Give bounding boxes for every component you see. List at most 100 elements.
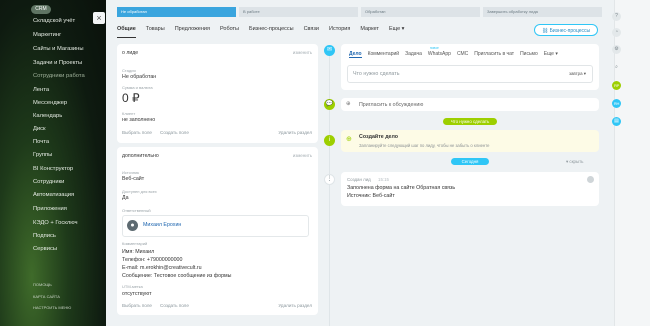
create-case-card[interactable]: ⊕ Создайте дело Запланируйте следующий ш… — [341, 130, 599, 152]
sidebar-item-kedo[interactable]: КЭДО + Госключ — [33, 220, 78, 226]
available-label: Доступен для всех — [122, 189, 157, 194]
stage-bar: Не обработан В работе Обработан Завершит… — [117, 7, 602, 17]
about-card-title: о лиде — [122, 50, 139, 56]
info-icon: i — [324, 135, 335, 146]
sidebar-item-bi[interactable]: BI Конструктор — [33, 166, 73, 172]
event-line-2: Источник: Веб-сайт — [347, 193, 395, 199]
tab-general[interactable]: Общие — [117, 26, 136, 38]
sidebar-item-automation[interactable]: Автоматизация — [33, 192, 74, 198]
tab-links[interactable]: Связи — [304, 26, 319, 38]
create-case-desc: Запланируйте следующий шаг по лиду, чтоб… — [359, 143, 490, 148]
activity-tab-case[interactable]: Дело — [349, 51, 362, 58]
create-field-link[interactable]: Создать поле — [160, 130, 189, 135]
sidebar-help-link[interactable]: ПОМОЩЬ — [33, 282, 52, 287]
deadline-select[interactable]: завтра ▾ — [569, 71, 586, 77]
activity-tab-sms[interactable]: СМС — [457, 51, 468, 58]
tab-offers[interactable]: Предложения — [175, 26, 210, 38]
comment-line-2: Телефон: +79000000000 — [122, 257, 183, 263]
crm-badge[interactable]: CRM — [31, 5, 51, 14]
invite-add-icon: ⊕ — [346, 101, 351, 107]
stage-finish[interactable]: Завершить обработку лида — [483, 7, 602, 17]
sidebar-item-stock[interactable]: Складской учёт — [33, 18, 75, 24]
create-case-title: Создайте дело — [359, 134, 399, 140]
client-value[interactable]: не заполнено — [122, 117, 155, 123]
source-value[interactable]: Веб-сайт — [122, 176, 144, 182]
tab-bizproc[interactable]: Бизнес-процессы — [249, 26, 294, 38]
bell-icon[interactable]: ◔ — [612, 28, 621, 37]
sidebar-item-calendar[interactable]: Календарь — [33, 113, 62, 119]
delete-section-link[interactable]: Удалить раздел — [278, 130, 312, 135]
sidebar-sitemap-link[interactable]: КАРТА САЙТА — [33, 294, 60, 299]
comment-line-3: E-mail: m.erokhin@creativecult.ru — [122, 265, 202, 271]
activity-tab-whatsapp[interactable]: новое WhatsApp — [428, 46, 451, 58]
amount-label: Сумма и валюта — [122, 85, 153, 90]
responsible-label: Ответственный — [122, 208, 151, 213]
activity-tab-more[interactable]: Еще ▾ — [544, 51, 558, 58]
todo-placeholder: Что нужно сделать — [353, 71, 400, 77]
sidebar-item-groups[interactable]: Группы — [33, 152, 52, 158]
source-label: Источник — [122, 170, 140, 175]
activity-tab-chat[interactable]: Пригласить в чат — [474, 51, 514, 58]
additional-card: дополнительно изменить Источник Веб-сайт… — [117, 147, 318, 315]
select-field-link[interactable]: Выбрать поле — [122, 130, 152, 135]
sidebar-item-messenger[interactable]: Мессенджер — [33, 100, 67, 106]
avatar-2[interactable]: ЯН — [612, 99, 621, 108]
additional-card-edit[interactable]: изменить — [293, 153, 312, 158]
todo-input[interactable]: Что нужно сделать завтра ▾ — [347, 65, 593, 83]
history-more-icon[interactable]: ⋮ — [324, 174, 335, 185]
tab-history[interactable]: История — [329, 26, 350, 38]
tab-robots[interactable]: Роботы — [220, 26, 239, 38]
hide-toggle[interactable]: ▾ скрыть — [566, 159, 583, 165]
create-field-link-2[interactable]: Создать поле — [160, 303, 189, 308]
timeline-line — [329, 50, 330, 326]
delete-section-link-2[interactable]: Удалить раздел — [278, 303, 312, 308]
activity-tabs: Дело Комментарий Задача новое WhatsApp СМ… — [349, 46, 558, 58]
search-icon[interactable]: ⌕ — [612, 63, 621, 72]
tab-market[interactable]: Маркет — [360, 26, 379, 38]
sidebar-item-sites[interactable]: Сайты и Магазины — [33, 46, 84, 52]
sidebar-item-disk[interactable]: Диск — [33, 126, 46, 132]
stage-new[interactable]: Не обработан — [117, 7, 236, 17]
status-label: Стадия — [122, 68, 136, 73]
event-line-1: Заполнена форма на сайте Обратная связь — [347, 185, 456, 191]
tab-products[interactable]: Товары — [146, 26, 165, 38]
left-sidebar: CRM × Складской учёт Маркетинг Сайты и М… — [0, 0, 106, 326]
chat-list-icon[interactable]: ▤ — [612, 117, 621, 126]
today-pill: Сегодня — [451, 158, 489, 165]
responsible-name[interactable]: Михаил Ерохин — [143, 222, 181, 228]
available-value[interactable]: Да — [122, 195, 129, 201]
settings-icon[interactable]: ⚙ — [612, 45, 621, 54]
comment-label: Комментарий — [122, 241, 148, 246]
sidebar-settings-link[interactable]: НАСТРОИТЬ МЕНЮ — [33, 305, 71, 310]
activity-tab-comment[interactable]: Комментарий — [368, 51, 400, 58]
avatar-1[interactable]: ЯР — [612, 81, 621, 90]
tab-more[interactable]: Еще ▾ — [389, 26, 405, 38]
responsible-box[interactable]: ● Михаил Ерохин — [122, 215, 309, 237]
sidebar-group-label[interactable]: Сотрудники работа — [33, 73, 85, 79]
sidebar-item-services[interactable]: Сервисы — [33, 246, 57, 252]
help-icon[interactable]: ? — [612, 12, 621, 21]
status-value[interactable]: Не обработан — [122, 74, 156, 80]
select-field-link-2[interactable]: Выбрать поле — [122, 303, 152, 308]
todo-pill: Что нужно сделать — [443, 118, 497, 125]
activity-tab-email[interactable]: Письмо — [520, 51, 538, 58]
amount-value[interactable]: 0 ₽ — [122, 91, 140, 105]
sidebar-item-sign[interactable]: Подпись — [33, 233, 56, 239]
additional-card-title: дополнительно — [122, 153, 159, 159]
bizproc-button[interactable]: ⛓ Бизнес-процессы — [534, 24, 598, 36]
comment-line-1: Имя: Михаил — [122, 249, 155, 255]
close-icon[interactable]: × — [93, 12, 105, 24]
sidebar-item-apps[interactable]: Приложения — [33, 206, 67, 212]
activity-tab-task[interactable]: Задача — [405, 51, 422, 58]
stage-in-work[interactable]: В работе — [239, 7, 358, 17]
stage-processed[interactable]: Обработан — [361, 7, 480, 17]
sidebar-item-marketing[interactable]: Маркетинг — [33, 32, 61, 38]
sidebar-item-employees[interactable]: Сотрудники — [33, 179, 64, 185]
sidebar-item-tasks[interactable]: Задачи и Проекты — [33, 60, 82, 66]
sidebar-item-feed[interactable]: Лента — [33, 87, 49, 93]
invite-row[interactable]: ⊕ Пригласить к обсуждению — [341, 98, 599, 111]
about-lead-card: о лиде изменить Стадия Не обработан Сумм… — [117, 44, 318, 143]
invite-text: Пригласить к обсуждению — [359, 102, 424, 108]
sidebar-item-mail[interactable]: Почта — [33, 139, 49, 145]
about-card-edit[interactable]: изменить — [293, 50, 312, 55]
